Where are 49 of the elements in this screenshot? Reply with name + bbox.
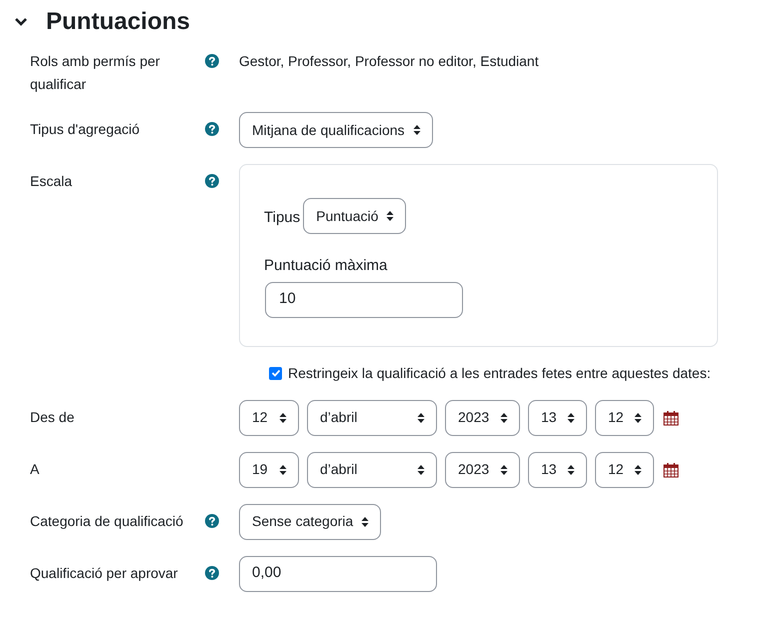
field-label: Tipus d'agregació [30,121,140,137]
dropdown-arrows-icon [634,464,642,476]
dropdown-arrows-icon [634,412,642,424]
hour-select[interactable]: 13 [528,452,587,488]
type-select[interactable]: Puntuació [303,198,406,234]
dropdown-arrows-icon [567,464,575,476]
minute-select[interactable]: 12 [595,400,654,436]
calendar-icon[interactable] [663,410,679,426]
year-select[interactable]: 2023 [445,400,520,436]
dropdown-arrows-icon [567,412,575,424]
roles-text: Gestor, Professor, Professor no editor, Estudiant [239,53,539,69]
dropdown-arrows-icon [279,412,287,424]
help-icon[interactable] [205,566,219,580]
help-icon[interactable] [205,54,219,68]
field-label: A [30,460,40,476]
dropdown-arrows-icon [412,124,421,136]
month-select[interactable]: d’abril [307,400,437,436]
field-label: Categoria de qualificació [30,512,184,528]
help-icon[interactable] [205,174,219,188]
dropdown-arrows-icon [500,464,508,476]
dropdown-arrows-icon [279,464,287,476]
restrict-checkbox[interactable] [269,366,282,380]
restrict-label: Restringeix la qualificació a les entrades fetes entre aquestes dates: [288,364,711,383]
type-label: Tipus [264,208,300,228]
help-icon[interactable] [205,122,219,136]
field-label: Des de [30,408,74,424]
day-select[interactable]: 19 [239,452,299,488]
field-label: Qualificació per aprovar [30,564,178,580]
calendar-icon[interactable] [663,462,679,478]
dropdown-arrows-icon [417,464,425,476]
select-field[interactable]: Mitjana de qualificacions [239,112,433,148]
select-field[interactable]: Sense categoria [239,504,382,540]
month-select[interactable]: d’abril [307,452,437,488]
hour-select[interactable]: 13 [528,400,587,436]
day-select[interactable]: 12 [239,400,299,436]
dropdown-arrows-icon [386,210,394,222]
chevron-icon[interactable] [14,17,28,27]
max-grade-label: Puntuació màxima [264,257,388,274]
field-label: Escala [30,173,72,189]
dropdown-arrows-icon [361,516,370,528]
help-icon[interactable] [205,514,219,528]
dropdown-arrows-icon [500,412,508,424]
field-label: Rols amb permís per qualificar [30,53,160,92]
section-title: Puntuacions [46,7,190,37]
minute-select[interactable]: 12 [595,452,654,488]
grade-field[interactable]: 0,00 [239,556,437,592]
dropdown-arrows-icon [417,412,425,424]
year-select[interactable]: 2023 [445,452,520,488]
max-grade-field[interactable]: 10 [265,282,463,318]
